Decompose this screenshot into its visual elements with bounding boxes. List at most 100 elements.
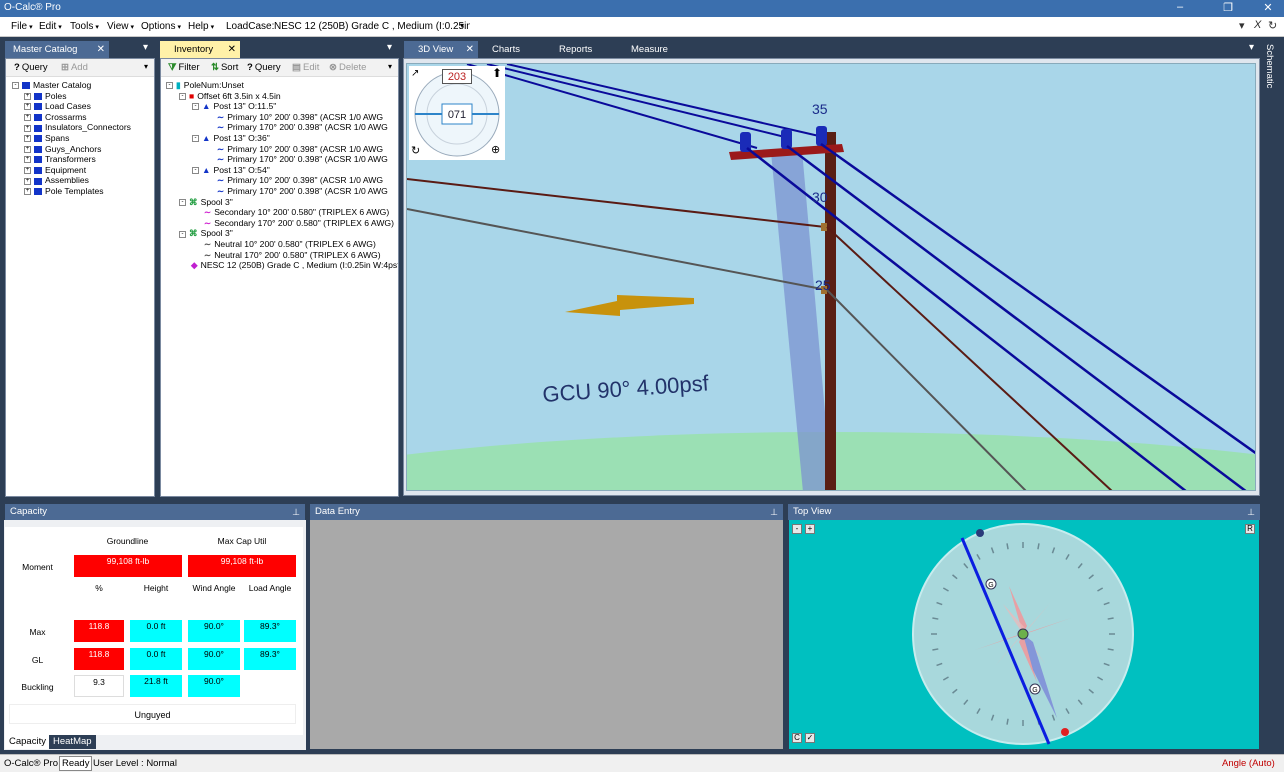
minimize-button[interactable]: – — [1170, 1, 1190, 13]
tab-measure[interactable]: Measure — [623, 41, 683, 58]
tree-item[interactable]: + Poles — [12, 91, 131, 102]
tab-3d-view[interactable]: 3D View ✕ — [404, 41, 478, 58]
expand-icon[interactable]: + — [24, 103, 31, 111]
expand-icon[interactable]: + — [24, 188, 31, 196]
collapse-icon[interactable]: - — [192, 135, 199, 143]
filter-button[interactable]: ⧩ Filter — [168, 62, 200, 73]
tab-charts[interactable]: Charts — [484, 41, 534, 58]
close-icon[interactable]: ✕ — [97, 41, 105, 58]
tree-item[interactable]: ∼ Primary 10° 200' 0.398" (ACSR 1/0 AWG — [166, 112, 398, 123]
tree-item[interactable]: - ▮ PoleNum:Unset — [166, 80, 398, 91]
tree-item[interactable]: + Crossarms — [12, 112, 131, 123]
menu-dropdown-icon[interactable]: ▾ — [1239, 19, 1245, 32]
up-arrow-icon[interactable]: ⬆ — [492, 66, 502, 80]
tab-reports[interactable]: Reports — [551, 41, 611, 58]
tree-item[interactable]: - ⌘ Spool 3" — [166, 197, 398, 208]
pin-icon[interactable]: ⊥ — [770, 504, 778, 520]
tab-master-catalog[interactable]: Master Catalog ✕ — [5, 41, 109, 58]
tree-item[interactable]: ∼ Primary 10° 200' 0.398" (ACSR 1/0 AWG — [166, 175, 398, 186]
tree-item[interactable]: + Assemblies — [12, 175, 131, 186]
tree-item[interactable]: + Equipment — [12, 165, 131, 176]
collapse-icon[interactable]: - — [179, 230, 186, 238]
close-icon[interactable]: ✕ — [228, 41, 236, 58]
expand-icon[interactable]: + — [24, 114, 31, 122]
collapse-icon[interactable]: - — [166, 82, 173, 90]
expand-icon[interactable]: + — [24, 166, 31, 174]
tree-item[interactable]: - ▲ Post 13" O:36" — [166, 133, 398, 144]
schematic-side-tab[interactable]: Schematic — [1262, 40, 1282, 120]
panel-menu-icon[interactable]: ▾ — [1249, 42, 1254, 53]
center-button[interactable]: C — [792, 733, 802, 743]
pin-icon[interactable]: ⊥ — [1247, 504, 1255, 520]
tree-item[interactable]: ◆ NESC 12 (250B) Grade C , Medium (I:0.25… — [166, 260, 398, 271]
collapse-icon[interactable]: - — [179, 198, 186, 206]
tree-item[interactable]: ∼ Primary 170° 200' 0.398" (ACSR 1/0 AWG — [166, 122, 398, 133]
add-button[interactable]: ⊞ Add — [61, 62, 88, 73]
reset-button[interactable]: R — [1245, 524, 1255, 534]
tree-item[interactable]: ∼ Neutral 170° 200' 0.580" (TRIPLEX 6 AWG… — [166, 250, 398, 261]
tree-item[interactable]: - ▲ Post 13" O:54" — [166, 165, 398, 176]
tree-item[interactable]: - ▲ Post 13" O:11.5" — [166, 101, 398, 112]
tree-item[interactable]: ∼ Secondary 170° 200' 0.580" (TRIPLEX 6 A… — [166, 218, 398, 229]
close-icon[interactable]: ✕ — [466, 41, 474, 58]
collapse-icon[interactable]: - — [12, 82, 19, 90]
tree-item[interactable]: ∼ Primary 10° 200' 0.398" (ACSR 1/0 AWG — [166, 144, 398, 155]
tree-item[interactable]: + Guys_Anchors — [12, 144, 131, 155]
collapse-icon[interactable]: - — [192, 103, 199, 111]
zoom-out-button[interactable]: - — [792, 524, 802, 534]
tree-item[interactable]: + Transformers — [12, 154, 131, 165]
tree-item[interactable]: - Master Catalog — [12, 80, 131, 91]
query-button[interactable]: ? Query — [247, 62, 281, 73]
rotate-icon[interactable]: ↻ — [411, 144, 420, 157]
loadcase-select[interactable]: NESC 12 (250B) Grade C , Medium (I:0.25i… — [274, 21, 470, 32]
expand-icon[interactable]: + — [24, 92, 31, 100]
tree-item[interactable]: + Insulators_Connectors — [12, 122, 131, 133]
x-tool-icon[interactable]: X — [1254, 19, 1261, 31]
tree-item[interactable]: ∼ Neutral 10° 200' 0.580" (TRIPLEX 6 AWG) — [166, 239, 398, 250]
tree-item[interactable]: ∼ Secondary 10° 200' 0.580" (TRIPLEX 6 AW… — [166, 207, 398, 218]
menu-tools[interactable]: Tools ▾ — [70, 21, 99, 32]
chevron-down-icon[interactable]: ▾ — [460, 21, 464, 30]
panel-menu-icon[interactable]: ▾ — [387, 42, 392, 53]
zoom-icon[interactable]: ⊕ — [491, 143, 500, 156]
tree-item[interactable]: ∼ Primary 170° 200' 0.398" (ACSR 1/0 AWG — [166, 154, 398, 165]
menu-edit[interactable]: Edit ▾ — [39, 21, 62, 32]
menu-help[interactable]: Help ▾ — [188, 21, 214, 32]
expand-icon[interactable]: + — [24, 145, 31, 153]
restore-button[interactable]: ❐ — [1218, 1, 1238, 14]
data-entry-panel[interactable] — [310, 520, 783, 749]
tab-capacity[interactable]: Capacity — [5, 735, 50, 749]
toolbar-overflow-icon[interactable]: ▾ — [144, 62, 148, 71]
delete-button[interactable]: ⊗ Delete — [329, 62, 366, 73]
checkbox[interactable]: ✓ — [805, 733, 815, 743]
expand-icon[interactable]: + — [24, 156, 31, 164]
panel-menu-icon[interactable]: ▾ — [143, 42, 148, 53]
query-button[interactable]: ? Query — [14, 62, 48, 73]
tree-item[interactable]: + Pole Templates — [12, 186, 131, 197]
top-view-panel[interactable]: G G - + R C ✓ — [789, 520, 1259, 749]
collapse-icon[interactable]: - — [179, 92, 186, 100]
tree-item[interactable]: - ■ Offset 6ft 3.5in x 4.5in — [166, 91, 398, 102]
status-angle-mode[interactable]: Angle (Auto) — [1222, 758, 1275, 769]
sort-button[interactable]: ⇅ Sort — [211, 62, 238, 73]
close-button[interactable]: ✕ — [1258, 1, 1278, 14]
tree-item[interactable]: ∼ Primary 170° 200' 0.398" (ACSR 1/0 AWG — [166, 186, 398, 197]
expand-icon[interactable]: + — [24, 124, 31, 132]
expand-icon[interactable]: + — [24, 135, 31, 143]
pan-icon[interactable]: ↗ — [411, 68, 419, 79]
zoom-in-button[interactable]: + — [805, 524, 815, 534]
tab-heatmap[interactable]: HeatMap — [49, 735, 96, 749]
edit-button[interactable]: ▤ Edit — [292, 62, 319, 73]
tree-item[interactable]: + Spans — [12, 133, 131, 144]
expand-icon[interactable]: + — [24, 177, 31, 185]
menu-view[interactable]: View ▾ — [107, 21, 134, 32]
pin-icon[interactable]: ⊥ — [292, 504, 300, 520]
tab-inventory[interactable]: Inventory ✕ — [160, 41, 240, 58]
view-compass-widget[interactable]: 071 203 ↗ ⬆ ↻ ⊕ — [409, 66, 505, 160]
toolbar-overflow-icon[interactable]: ▾ — [388, 62, 392, 71]
menu-file[interactable]: File ▾ — [11, 21, 33, 32]
view3d-canvas[interactable]: 35 30 25 GCU 90° 4.00psf 071 203 ↗ ⬆ ↻ ⊕ — [406, 63, 1256, 491]
tree-item[interactable]: - ⌘ Spool 3" — [166, 228, 398, 239]
refresh-icon[interactable]: ↻ — [1268, 19, 1277, 32]
menu-options[interactable]: Options ▾ — [141, 21, 181, 32]
